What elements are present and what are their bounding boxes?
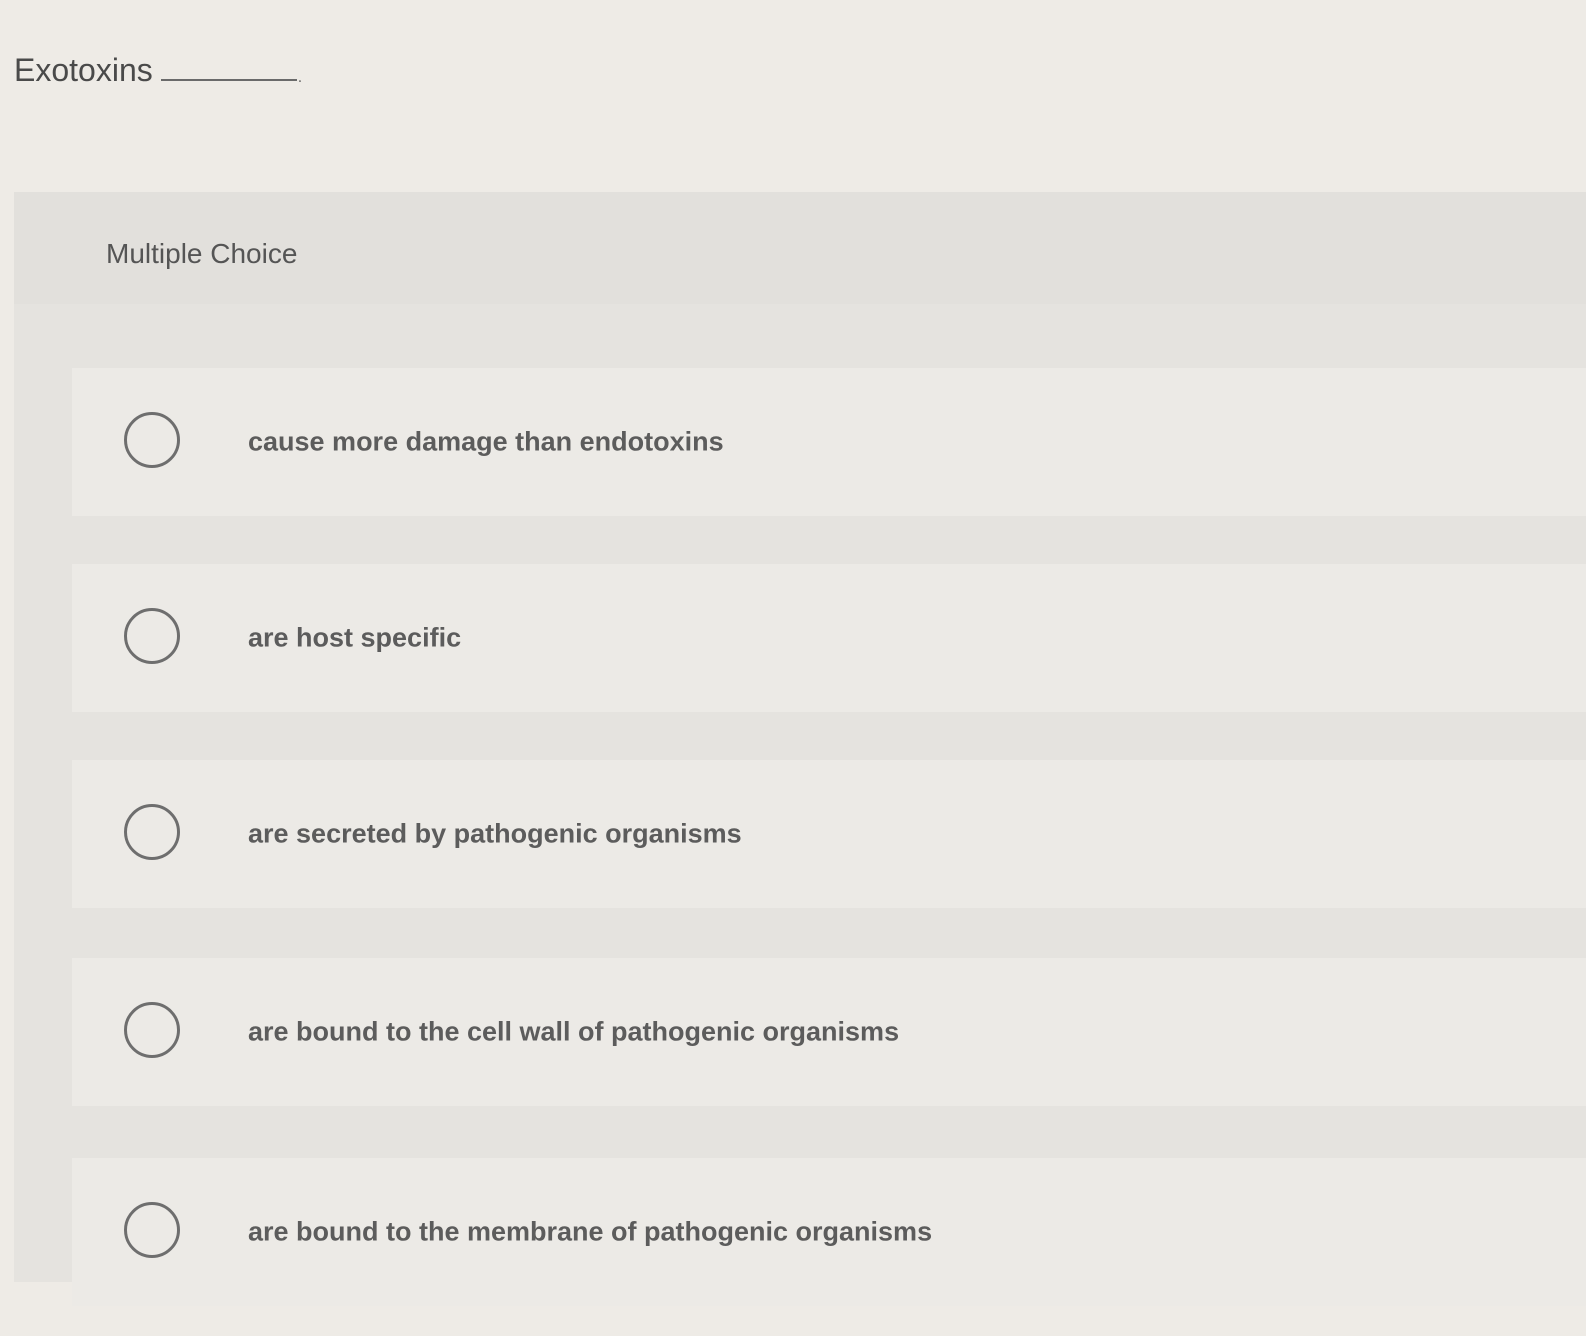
radio-unselected-icon[interactable] [124, 1202, 180, 1258]
answer-option-label: are secreted by pathogenic organisms [248, 818, 742, 849]
answer-option-label: are bound to the membrane of pathogenic … [248, 1216, 933, 1247]
answer-option-2[interactable]: are host specific [72, 564, 1586, 712]
answer-option-label: cause more damage than endotoxins [248, 426, 724, 457]
answer-option-3[interactable]: are secreted by pathogenic organisms [72, 760, 1586, 908]
answer-blank [160, 79, 297, 81]
question-terminator: . [297, 69, 303, 86]
answer-option-label: are bound to the cell wall of pathogenic… [248, 1016, 900, 1047]
answer-option-5[interactable]: are bound to the membrane of pathogenic … [72, 1158, 1586, 1306]
question-prompt: Exotoxins . [14, 52, 302, 89]
panel-title: Multiple Choice [106, 238, 298, 269]
multiple-choice-panel: Multiple Choice cause more damage than e… [14, 192, 1586, 1306]
panel-header: Multiple Choice [14, 192, 1586, 304]
question-stem: Exotoxins [14, 52, 153, 88]
answer-option-4[interactable]: are bound to the cell wall of pathogenic… [72, 958, 1586, 1106]
answer-option-1[interactable]: cause more damage than endotoxins [72, 368, 1586, 516]
answer-option-label: are host specific [248, 622, 462, 653]
radio-unselected-icon[interactable] [124, 804, 180, 860]
radio-unselected-icon[interactable] [124, 1002, 180, 1058]
radio-unselected-icon[interactable] [124, 608, 180, 664]
radio-unselected-icon[interactable] [124, 412, 180, 468]
